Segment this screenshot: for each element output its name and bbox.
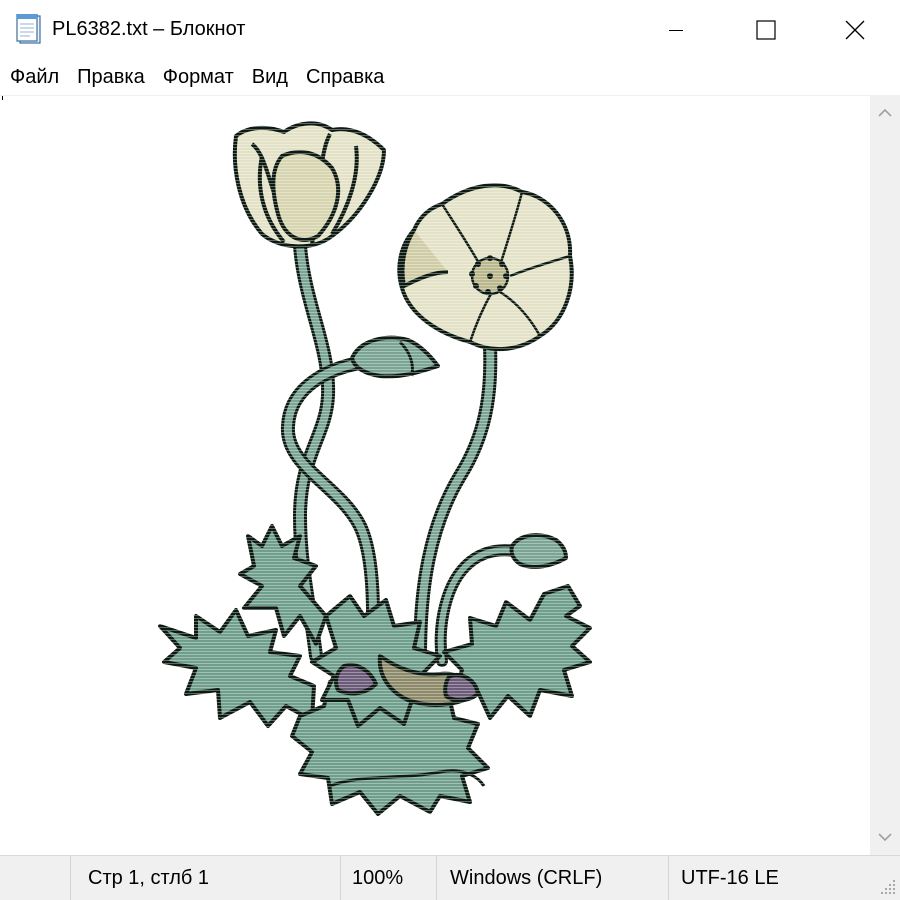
status-separator — [436, 856, 437, 900]
menu-bar: Файл Правка Формат Вид Справка — [0, 59, 900, 95]
scroll-down-button[interactable] — [870, 819, 900, 855]
close-button[interactable] — [810, 0, 900, 59]
cursor-position: Стр 1, стлб 1 — [88, 867, 210, 889]
notepad-icon — [16, 14, 41, 44]
title-bar[interactable]: PL6382.txt – Блокнот — [0, 0, 900, 59]
status-separator — [70, 856, 71, 900]
vertical-scrollbar[interactable] — [870, 95, 900, 855]
scroll-up-button[interactable] — [870, 95, 900, 131]
chevron-down-icon — [878, 833, 892, 842]
chevron-up-icon — [878, 108, 892, 117]
menu-format[interactable]: Формат — [154, 64, 243, 90]
status-bar: Стр 1, стлб 1 100% Windows (CRLF) UTF-16… — [0, 855, 900, 900]
window-title: PL6382.txt – Блокнот — [52, 18, 246, 40]
maximize-icon — [756, 19, 776, 40]
menu-file[interactable]: Файл — [2, 64, 68, 90]
status-separator — [340, 856, 341, 900]
zoom-level: 100% — [352, 867, 404, 889]
maximize-button[interactable] — [720, 0, 812, 59]
menu-edit[interactable]: Правка — [68, 64, 154, 90]
menu-view[interactable]: Вид — [243, 64, 297, 90]
file-encoding: UTF-16 LE — [681, 867, 779, 889]
text-editor-area[interactable] — [0, 95, 870, 855]
poppy-ascii-art — [150, 116, 600, 826]
close-icon — [845, 20, 865, 39]
menu-help[interactable]: Справка — [297, 64, 393, 90]
minimize-icon — [669, 29, 683, 31]
resize-grip-icon[interactable] — [878, 870, 898, 898]
minimize-button[interactable] — [630, 0, 722, 59]
line-endings: Windows (CRLF) — [450, 867, 603, 889]
status-separator — [668, 856, 669, 900]
